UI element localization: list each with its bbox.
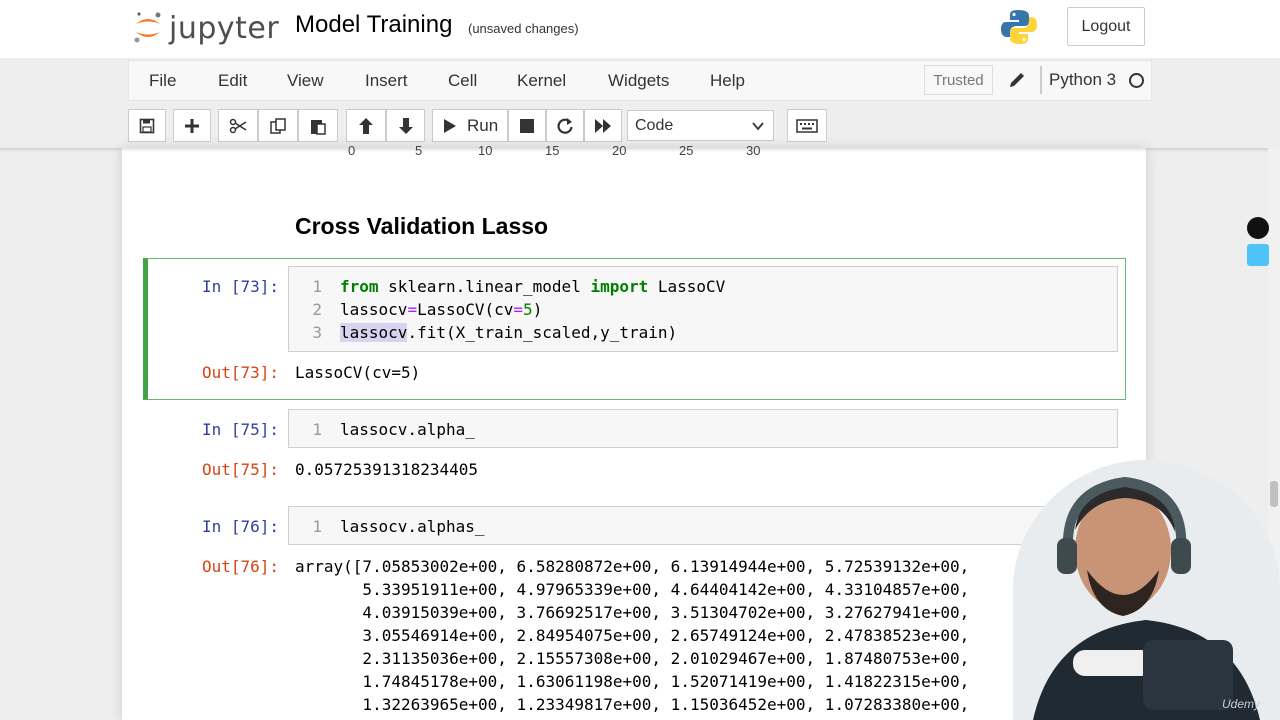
plus-icon <box>185 118 199 133</box>
interrupt-button[interactable] <box>508 109 546 142</box>
restart-run-all-button[interactable] <box>584 109 622 142</box>
kernel-idle-indicator-icon <box>1129 73 1144 88</box>
insert-cell-button[interactable] <box>173 109 211 142</box>
notebook-name[interactable]: Model Training <box>295 11 452 39</box>
move-up-button[interactable] <box>346 109 386 142</box>
run-label: Run <box>467 115 499 135</box>
input-prompt: In [73]: <box>201 277 279 296</box>
toolbar-shadow <box>0 148 1280 152</box>
watermark: Udemy <box>1222 697 1261 711</box>
code-line-1[interactable]: lassocv.alpha_ <box>340 420 475 439</box>
line-number: 1 <box>312 420 322 439</box>
extension-widget-icon[interactable] <box>1247 244 1269 266</box>
operator: = <box>407 300 418 319</box>
plot-axis-tick: 10 <box>478 143 493 158</box>
play-icon <box>444 118 456 133</box>
copy-button[interactable] <box>258 109 298 142</box>
menu-kernel[interactable]: Kernel <box>517 71 566 91</box>
array-output-line: 2.31135036e+00, 2.15557308e+00, 2.010294… <box>295 649 970 668</box>
cell-output: LassoCV(cv=5) <box>295 363 421 382</box>
plot-axis-tick: 0 <box>348 143 356 158</box>
output-prompt: Out[76]: <box>201 557 279 576</box>
output-prompt: Out[75]: <box>201 460 279 479</box>
arrow-down-icon <box>398 117 413 134</box>
menu-view[interactable]: View <box>287 71 324 91</box>
menu-file[interactable]: File <box>149 71 176 91</box>
menu-insert[interactable]: Insert <box>365 71 408 91</box>
section-heading: Cross Validation Lasso <box>295 213 549 239</box>
menu-cell[interactable]: Cell <box>448 71 477 91</box>
number: 5 <box>523 300 533 319</box>
code-line-2[interactable]: lassocv=LassoCV(cv=5) <box>340 300 542 319</box>
code-line-1[interactable]: lassocv.alphas_ <box>340 517 485 536</box>
output-prompt: Out[73]: <box>201 363 279 382</box>
operator: = <box>513 300 524 319</box>
save-button[interactable] <box>128 109 166 142</box>
line-number: 1 <box>312 277 322 296</box>
array-output-line: 3.05546914e+00, 2.84954075e+00, 2.657491… <box>295 626 970 645</box>
line-number: 2 <box>312 300 322 319</box>
keyword: import <box>590 277 649 296</box>
kernel-name[interactable]: Python 3 <box>1049 70 1116 90</box>
python-logo-icon <box>1001 10 1037 44</box>
fast-forward-icon <box>595 118 611 133</box>
jupyter-logo-text: jupyter <box>169 10 280 46</box>
jupyter-logo[interactable]: jupyter <box>133 8 279 48</box>
save-status: (unsaved changes) <box>468 21 579 36</box>
refresh-icon <box>557 117 573 134</box>
array-output-line: 1.74845178e+00, 1.63061198e+00, 1.520714… <box>295 672 970 691</box>
array-output-line: 4.03915039e+00, 3.76692517e+00, 3.513047… <box>295 603 970 622</box>
scrollbar-thumb[interactable] <box>1270 481 1278 507</box>
plot-axis-tick: 15 <box>545 143 560 158</box>
line-number: 3 <box>312 323 322 342</box>
array-output-line: 1.32263965e+00, 1.23349817e+00, 1.150364… <box>295 695 970 714</box>
plot-axis-tick: 20 <box>612 143 627 158</box>
kernel-separator <box>1040 66 1042 94</box>
command-palette-button[interactable] <box>787 109 827 142</box>
run-button[interactable]: Run <box>432 109 508 142</box>
array-output-line: 5.33951911e+00, 4.97965339e+00, 4.644041… <box>295 580 970 599</box>
copy-icon <box>270 117 286 134</box>
extension-pin-icon[interactable] <box>1247 217 1269 239</box>
array-output-line: array([7.05853002e+00, 6.58280872e+00, 6… <box>295 557 970 576</box>
input-prompt: In [76]: <box>201 517 279 536</box>
clipboard-icon <box>311 119 326 135</box>
webcam-overlay <box>1013 460 1280 720</box>
logout-button[interactable]: Logout <box>1067 7 1145 46</box>
stop-icon <box>520 118 534 133</box>
chevron-down-icon <box>752 122 764 131</box>
line-number: 1 <box>312 517 322 536</box>
scissors-icon <box>229 118 247 133</box>
floppy-icon <box>139 118 155 133</box>
menu-help[interactable]: Help <box>710 71 745 91</box>
arrow-up-icon <box>359 117 373 134</box>
menubar: File Edit View Insert Cell Kernel Widget… <box>128 60 1152 101</box>
cell-output: 0.05725391318234405 <box>295 460 479 479</box>
trusted-indicator[interactable]: Trusted <box>924 65 993 95</box>
pencil-icon[interactable] <box>1007 70 1027 90</box>
keyword: from <box>340 277 379 296</box>
plot-axis-tick: 25 <box>679 143 694 158</box>
code-line-3[interactable]: lassocv.fit(X_train_scaled,y_train) <box>340 323 677 342</box>
cell-type-select[interactable]: Code <box>627 110 774 141</box>
paste-button[interactable] <box>298 109 338 142</box>
code-line-1[interactable]: from sklearn.linear_model import LassoCV <box>340 277 725 296</box>
plot-axis-tick: 30 <box>746 143 761 158</box>
menu-widgets[interactable]: Widgets <box>608 71 669 91</box>
move-down-button[interactable] <box>386 109 425 142</box>
plot-axis-tick: 5 <box>415 143 423 158</box>
cut-button[interactable] <box>218 109 258 142</box>
header: jupyter Model Training (unsaved changes)… <box>0 0 1280 58</box>
cell-type-value: Code <box>635 116 674 134</box>
menu-edit[interactable]: Edit <box>218 71 247 91</box>
selected-text: lassocv <box>340 323 408 342</box>
jupyter-logo-icon <box>134 12 161 43</box>
presenter-silhouette-icon <box>1013 460 1280 720</box>
restart-button[interactable] <box>546 109 584 142</box>
input-prompt: In [75]: <box>201 420 279 439</box>
keyboard-icon <box>796 118 818 133</box>
